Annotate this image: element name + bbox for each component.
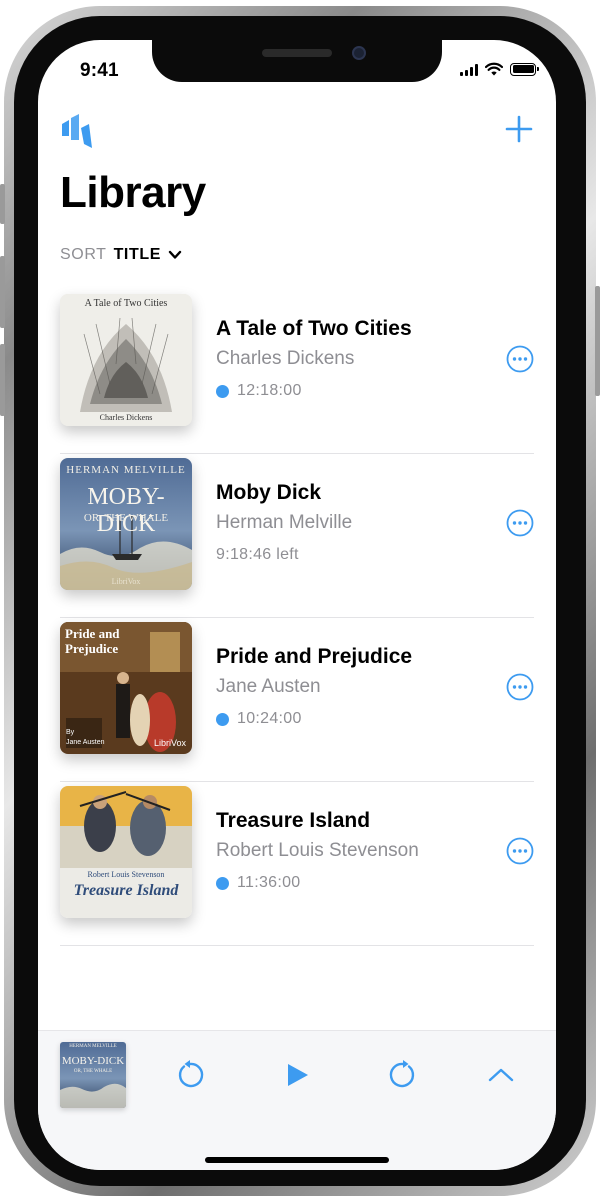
book-title[interactable]: Moby Dick bbox=[216, 481, 321, 505]
cover-author-text: Charles Dickens bbox=[99, 413, 153, 422]
book-title[interactable]: A Tale of Two Cities bbox=[216, 317, 412, 341]
more-options-icon[interactable] bbox=[506, 345, 534, 373]
wifi-icon bbox=[485, 62, 503, 76]
cover-title-text: Treasure Island bbox=[73, 882, 179, 899]
mini-player: HERMAN MELVILLE MOBY-DICK OR, THE WHALE bbox=[38, 1030, 556, 1170]
sort-selector[interactable]: SORT TITLE bbox=[60, 246, 182, 264]
forward-icon[interactable] bbox=[388, 1060, 418, 1090]
new-indicator-dot bbox=[216, 876, 229, 890]
app-logo-icon bbox=[62, 114, 92, 148]
battery-icon bbox=[510, 62, 539, 76]
screen: 9:41 Library SORT TITLE A Tale of Two Ci… bbox=[38, 40, 556, 1170]
new-indicator-dot bbox=[216, 712, 229, 726]
expand-player-button[interactable] bbox=[485, 1059, 517, 1091]
cover-publisher-text: LibriVox bbox=[153, 738, 186, 748]
cover-title-text: MOBY-DICK bbox=[61, 1055, 125, 1067]
book-duration-text: 9:18:46 left bbox=[216, 546, 299, 563]
book-duration: 12:18:00 bbox=[216, 382, 302, 400]
more-options-icon[interactable] bbox=[506, 673, 534, 701]
cover-title-text: A Tale of Two Cities bbox=[84, 298, 168, 309]
power-button bbox=[595, 286, 600, 396]
notch bbox=[152, 40, 442, 82]
book-author: Charles Dickens bbox=[216, 348, 355, 369]
front-camera bbox=[352, 46, 366, 60]
earpiece-speaker bbox=[262, 49, 332, 57]
book-cover[interactable]: A Tale of Two Cities Charles Dickens bbox=[60, 294, 192, 426]
new-indicator-dot bbox=[216, 384, 229, 398]
book-duration: 10:24:00 bbox=[216, 710, 302, 728]
book-duration: 9:18:46 left bbox=[216, 546, 299, 564]
cover-author-text: HERMAN MELVILLE bbox=[69, 1044, 117, 1049]
cover-author-text: Jane Austen bbox=[66, 739, 105, 746]
more-options-icon[interactable] bbox=[506, 509, 534, 537]
cover-title-text: MOBY-DICK bbox=[87, 484, 165, 537]
rewind-icon[interactable] bbox=[175, 1060, 205, 1090]
list-item[interactable]: Pride and Prejudice By Jane Austen Libri… bbox=[38, 618, 556, 782]
cover-subtitle-text: OR, THE WHALE bbox=[83, 512, 169, 524]
book-author: Robert Louis Stevenson bbox=[216, 840, 419, 861]
rewind-button[interactable] bbox=[174, 1059, 206, 1091]
now-playing-cover[interactable]: HERMAN MELVILLE MOBY-DICK OR, THE WHALE bbox=[60, 1042, 126, 1108]
list-item[interactable]: Robert Louis Stevenson Treasure Island T… bbox=[38, 782, 556, 946]
book-list: A Tale of Two Cities Charles Dickens A T… bbox=[38, 290, 556, 946]
book-cover[interactable]: HERMAN MELVILLE MOBY-DICK OR, THE WHALE … bbox=[60, 458, 192, 590]
play-button[interactable] bbox=[281, 1059, 313, 1091]
sort-value[interactable]: TITLE bbox=[114, 246, 161, 264]
book-duration-text: 11:36:00 bbox=[237, 874, 301, 891]
status-time: 9:41 bbox=[80, 60, 119, 81]
row-divider bbox=[60, 945, 534, 946]
status-icons bbox=[460, 62, 539, 76]
volume-down-button bbox=[0, 344, 5, 416]
book-title[interactable]: Pride and Prejudice bbox=[216, 645, 412, 669]
cover-title-text: Pride and Prejudice bbox=[65, 626, 120, 656]
volume-up-button bbox=[0, 256, 5, 328]
cover-author-text: HERMAN MELVILLE bbox=[66, 464, 186, 476]
book-duration-text: 12:18:00 bbox=[237, 382, 302, 399]
forward-button[interactable] bbox=[387, 1059, 419, 1091]
add-book-button[interactable] bbox=[504, 114, 534, 144]
book-author: Jane Austen bbox=[216, 676, 321, 697]
book-duration-text: 10:24:00 bbox=[237, 710, 302, 727]
cover-author-text: Robert Louis Stevenson bbox=[87, 870, 165, 879]
chevron-down-icon[interactable] bbox=[168, 250, 182, 260]
sort-label: SORT bbox=[60, 246, 107, 263]
cellular-signal-icon bbox=[460, 63, 478, 76]
book-title[interactable]: Treasure Island bbox=[216, 809, 370, 833]
chevron-up-icon[interactable] bbox=[488, 1067, 514, 1083]
cover-by-text: By bbox=[66, 729, 75, 736]
mute-switch bbox=[0, 184, 5, 224]
more-options-icon[interactable] bbox=[506, 837, 534, 865]
cover-publisher-text: LibriVox bbox=[111, 577, 141, 586]
play-icon[interactable] bbox=[284, 1062, 310, 1088]
list-item[interactable]: HERMAN MELVILLE MOBY-DICK OR, THE WHALE … bbox=[38, 454, 556, 618]
cover-subtitle-text: OR, THE WHALE bbox=[73, 1069, 113, 1074]
home-indicator bbox=[205, 1157, 389, 1163]
book-cover[interactable]: Pride and Prejudice By Jane Austen Libri… bbox=[60, 622, 192, 754]
book-author: Herman Melville bbox=[216, 512, 353, 533]
book-cover[interactable]: Robert Louis Stevenson Treasure Island bbox=[60, 786, 192, 918]
list-item[interactable]: A Tale of Two Cities Charles Dickens A T… bbox=[38, 290, 556, 454]
page-title: Library bbox=[60, 168, 206, 217]
book-duration: 11:36:00 bbox=[216, 874, 301, 892]
